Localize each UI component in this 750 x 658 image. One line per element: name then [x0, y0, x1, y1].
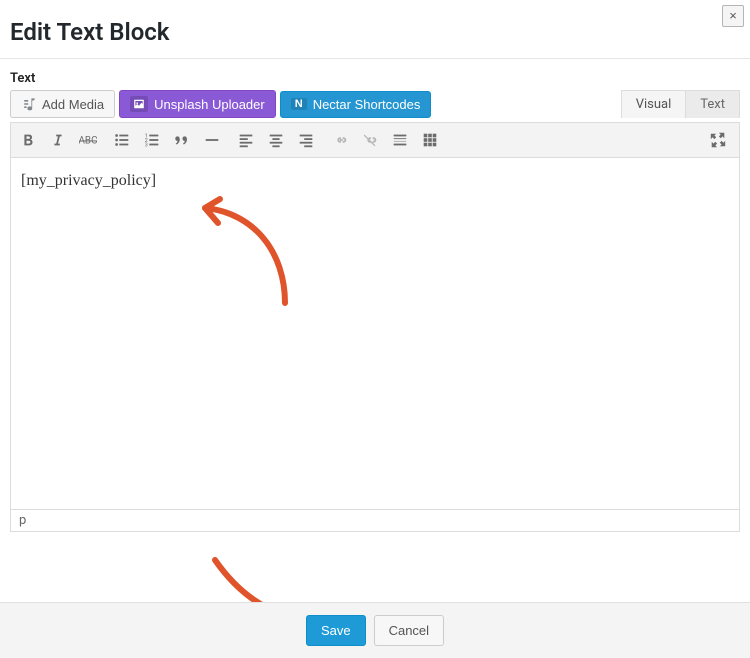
fullscreen-button[interactable] — [703, 126, 733, 154]
music-note-icon — [21, 96, 37, 112]
align-center-button[interactable] — [261, 126, 291, 154]
tab-text[interactable]: Text — [686, 90, 740, 118]
media-toolbar: Add Media Unsplash Uploader N Nectar Sho… — [0, 90, 750, 122]
save-button[interactable]: Save — [306, 615, 366, 646]
editor-status-bar: p — [10, 510, 740, 532]
editor-tabs: Visual Text — [621, 90, 740, 118]
strikethrough-button[interactable]: ABC — [73, 126, 103, 154]
unsplash-label: Unsplash Uploader — [154, 97, 265, 112]
modal-title: Edit Text Block — [10, 18, 740, 46]
modal-footer: Save Cancel — [0, 602, 750, 658]
tab-visual[interactable]: Visual — [621, 90, 687, 118]
align-left-button[interactable] — [231, 126, 261, 154]
unlink-button[interactable] — [355, 126, 385, 154]
editor-toolbar: ABC 123 — [10, 122, 740, 158]
horizontal-rule-button[interactable] — [197, 126, 227, 154]
insert-more-button[interactable] — [385, 126, 415, 154]
svg-text:ABC: ABC — [79, 136, 97, 147]
align-right-button[interactable] — [291, 126, 321, 154]
toolbar-toggle-button[interactable] — [415, 126, 445, 154]
unsplash-uploader-button[interactable]: Unsplash Uploader — [119, 90, 276, 118]
image-icon — [130, 96, 148, 112]
bullet-list-button[interactable] — [107, 126, 137, 154]
numbered-list-button[interactable]: 123 — [137, 126, 167, 154]
italic-button[interactable] — [43, 126, 73, 154]
nectar-shortcodes-button[interactable]: N Nectar Shortcodes — [280, 91, 432, 118]
nectar-label: Nectar Shortcodes — [313, 97, 421, 112]
bold-button[interactable] — [13, 126, 43, 154]
svg-text:3: 3 — [145, 142, 148, 148]
field-label: Text — [0, 59, 750, 90]
modal-header: Edit Text Block × — [0, 0, 750, 59]
editor-content-text: [my_privacy_policy] — [21, 172, 156, 189]
nectar-n-icon: N — [291, 98, 307, 110]
add-media-label: Add Media — [42, 97, 104, 112]
editor-content-area[interactable]: [my_privacy_policy] — [10, 158, 740, 510]
cancel-button[interactable]: Cancel — [374, 615, 444, 646]
link-button[interactable] — [325, 126, 355, 154]
blockquote-button[interactable] — [167, 126, 197, 154]
close-button[interactable]: × — [722, 5, 744, 27]
add-media-button[interactable]: Add Media — [10, 90, 115, 118]
